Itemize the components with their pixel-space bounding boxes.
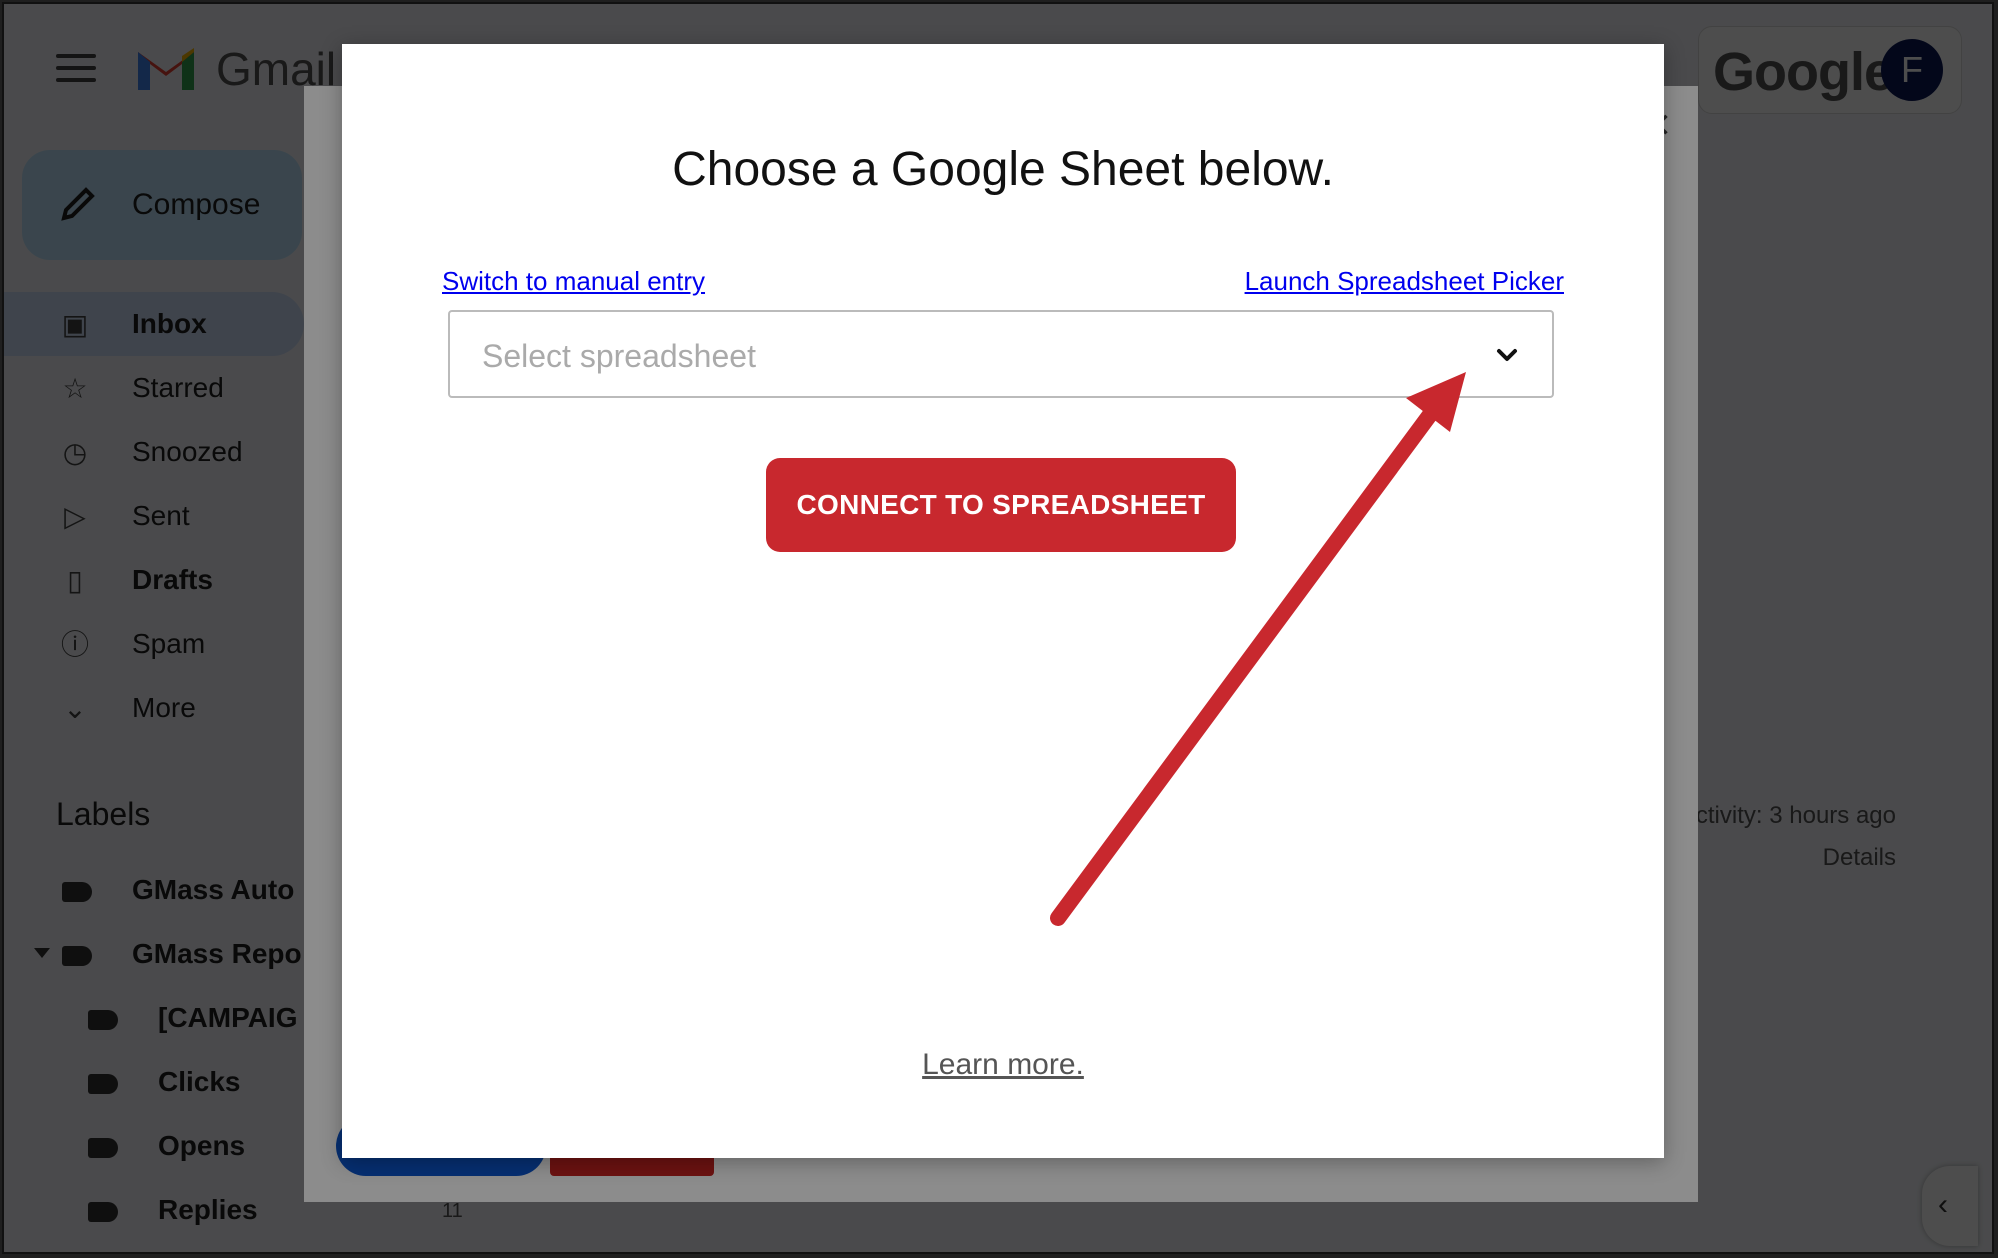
choose-sheet-modal: Choose a Google Sheet below. Switch to m…	[342, 44, 1664, 1158]
connect-to-spreadsheet-button[interactable]: CONNECT TO SPREADSHEET	[766, 458, 1236, 552]
launch-spreadsheet-picker-link[interactable]: Launch Spreadsheet Picker	[1245, 266, 1564, 297]
modal-title: Choose a Google Sheet below.	[672, 143, 1334, 196]
learn-more-link[interactable]: Learn more.	[342, 1048, 1664, 1082]
spreadsheet-select[interactable]: Select spreadsheet	[448, 310, 1554, 398]
chevron-down-icon	[1497, 349, 1517, 361]
select-placeholder: Select spreadsheet	[482, 338, 756, 374]
screenshot-frame: Gmail Google F Compose ▣ Inbox ☆ Starred…	[2, 2, 1994, 1254]
switch-to-manual-entry-link[interactable]: Switch to manual entry	[442, 266, 705, 297]
